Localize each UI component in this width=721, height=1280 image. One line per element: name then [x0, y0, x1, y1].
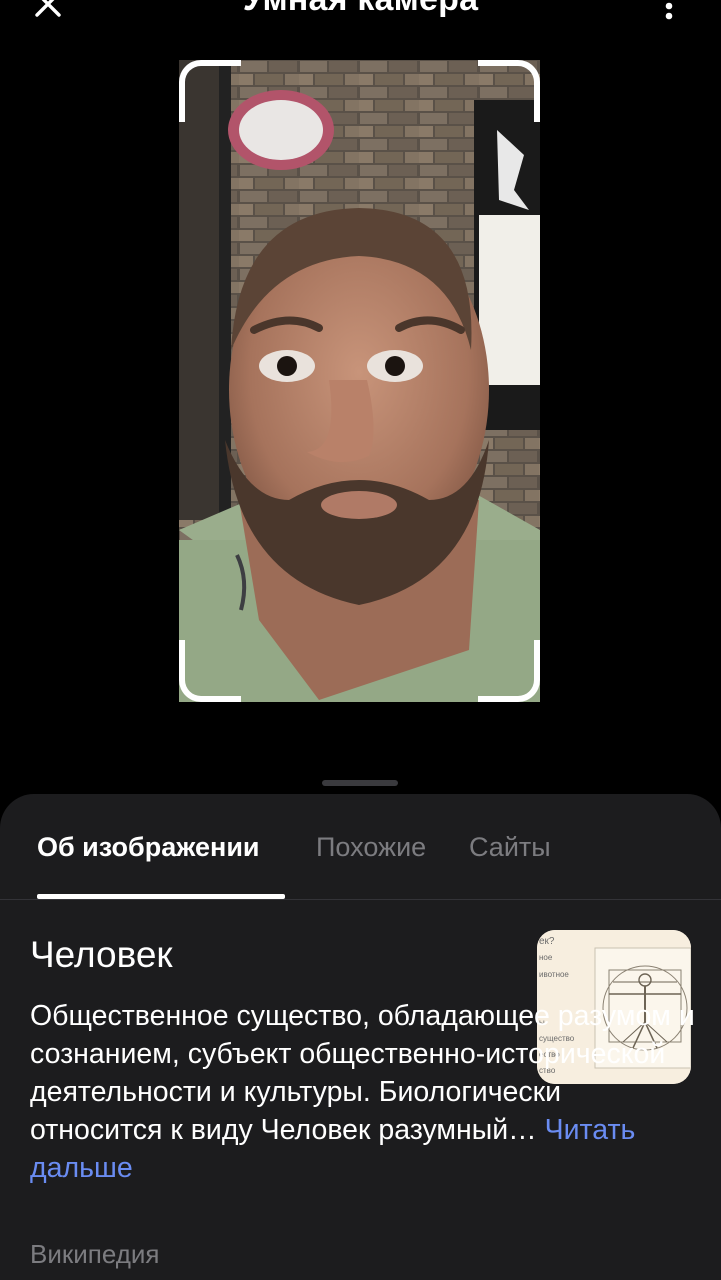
tab-bar: Об изображении Похожие Сайты [0, 794, 721, 900]
entity-title: Человек [30, 934, 173, 975]
more-vertical-icon [665, 2, 673, 20]
svg-text:ек?: ек? [539, 936, 555, 947]
active-tab-indicator [37, 894, 285, 899]
scan-frame-corner [179, 640, 241, 702]
page-title: Умная камера [0, 0, 721, 19]
svg-text:ное: ное [539, 953, 553, 962]
more-options-button[interactable] [654, 0, 684, 24]
svg-text:ивотное: ивотное [539, 970, 569, 979]
results-sheet: Об изображении Похожие Сайты Человек ек?… [0, 794, 721, 1280]
source-label[interactable]: Википедия [30, 1239, 160, 1270]
captured-photo [179, 60, 540, 702]
top-bar: Умная камера [0, 0, 721, 40]
scan-frame-corner [478, 60, 540, 122]
tab-about-image[interactable]: Об изображении [37, 832, 260, 863]
sheet-drag-handle[interactable] [322, 780, 398, 786]
tab-sites[interactable]: Сайты [469, 832, 551, 863]
camera-viewport[interactable] [179, 60, 540, 702]
scan-frame-corner [179, 60, 241, 122]
entity-description: Общественное существо, обладающее разумо… [30, 997, 700, 1187]
scan-frame-corner [478, 640, 540, 702]
tab-similar[interactable]: Похожие [316, 832, 426, 863]
